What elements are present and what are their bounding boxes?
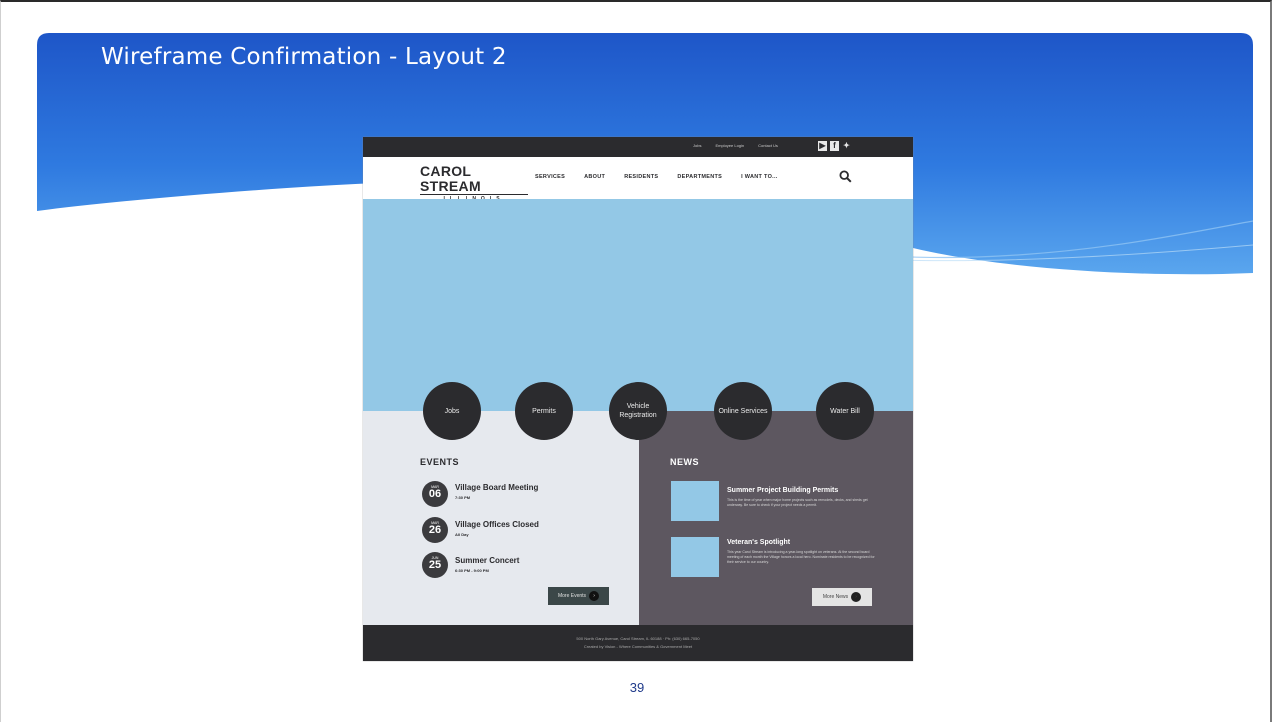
event-day: 06 bbox=[428, 488, 442, 500]
news-thumbnail[interactable] bbox=[671, 537, 719, 577]
more-events-label: More Events bbox=[557, 593, 587, 599]
website-wireframe: Jobs Employee Login Contact Us ▶ f ✦ CAR… bbox=[363, 137, 913, 661]
facebook-icon[interactable]: f bbox=[830, 141, 839, 151]
quick-link-jobs[interactable]: Jobs bbox=[423, 382, 481, 440]
main-nav: SERVICES ABOUT RESIDENTS DEPARTMENTS I W… bbox=[535, 174, 797, 180]
hero-image bbox=[363, 199, 913, 411]
event-time: 6:30 PM - 9:00 PM bbox=[455, 568, 489, 573]
nav-item-residents[interactable]: RESIDENTS bbox=[624, 174, 658, 180]
event-date-badge: MAR 26 bbox=[422, 517, 448, 543]
event-name[interactable]: Summer Concert bbox=[455, 556, 519, 565]
more-news-button[interactable]: More News › bbox=[812, 588, 872, 606]
nav-item-i-want-to[interactable]: I WANT TO... bbox=[741, 174, 778, 180]
nav-item-departments[interactable]: DEPARTMENTS bbox=[677, 174, 722, 180]
quick-link-water-bill[interactable]: Water Bill bbox=[816, 382, 874, 440]
utility-bar: Jobs Employee Login Contact Us ▶ f ✦ bbox=[363, 137, 913, 157]
twitter-icon[interactable]: ✦ bbox=[842, 141, 851, 151]
footer-address: 500 North Gary Avenue, Carol Stream, IL … bbox=[576, 636, 700, 641]
quick-link-permits[interactable]: Permits bbox=[515, 382, 573, 440]
more-events-button[interactable]: More Events › bbox=[548, 587, 609, 605]
youtube-icon[interactable]: ▶ bbox=[818, 141, 827, 151]
news-headline[interactable]: Veteran's Spotlight bbox=[727, 539, 790, 546]
quick-link-online-services[interactable]: Online Services bbox=[714, 382, 772, 440]
event-time: All Day bbox=[455, 532, 469, 537]
event-name[interactable]: Village Offices Closed bbox=[455, 520, 539, 529]
events-title: EVENTS bbox=[420, 457, 460, 467]
logo-text: CAROL STREAM bbox=[420, 164, 528, 195]
quick-link-vehicle-registration[interactable]: Vehicle Registration bbox=[609, 382, 667, 440]
news-thumbnail[interactable] bbox=[671, 481, 719, 521]
event-day: 25 bbox=[428, 559, 442, 571]
nav-item-services[interactable]: SERVICES bbox=[535, 174, 565, 180]
nav-item-about[interactable]: ABOUT bbox=[584, 174, 605, 180]
utility-link-contact[interactable]: Contact Us bbox=[758, 143, 778, 148]
event-date-badge: MAR 06 bbox=[422, 481, 448, 507]
utility-link-jobs[interactable]: Jobs bbox=[693, 143, 701, 148]
chevron-right-icon: › bbox=[851, 592, 862, 602]
event-name[interactable]: Village Board Meeting bbox=[455, 483, 538, 492]
news-summary: This is the time of year when major home… bbox=[727, 498, 868, 507]
chevron-right-icon: › bbox=[589, 591, 600, 601]
news-title: NEWS bbox=[670, 457, 699, 467]
social-links: ▶ f ✦ bbox=[818, 141, 851, 151]
news-headline[interactable]: Summer Project Building Permits bbox=[727, 487, 838, 494]
search-icon[interactable] bbox=[839, 170, 852, 183]
news-summary: This year Carol Stream is introducing a … bbox=[727, 550, 875, 564]
site-footer: 500 North Gary Avenue, Carol Stream, IL … bbox=[363, 625, 913, 661]
site-logo[interactable]: CAROL STREAM ILLINOIS bbox=[420, 164, 528, 202]
utility-link-employee-login[interactable]: Employee Login bbox=[715, 143, 744, 148]
more-news-label: More News bbox=[822, 594, 849, 600]
event-time: 7:30 PM bbox=[455, 495, 471, 500]
slide-title: Wireframe Confirmation - Layout 2 bbox=[101, 44, 507, 70]
event-date-badge: JUN 25 bbox=[422, 552, 448, 578]
footer-credit: Created by Vision - Where Communities & … bbox=[583, 644, 693, 649]
event-day: 26 bbox=[428, 524, 442, 536]
page-number: 39 bbox=[629, 680, 645, 695]
site-header: CAROL STREAM ILLINOIS SERVICES ABOUT RES… bbox=[363, 157, 913, 202]
